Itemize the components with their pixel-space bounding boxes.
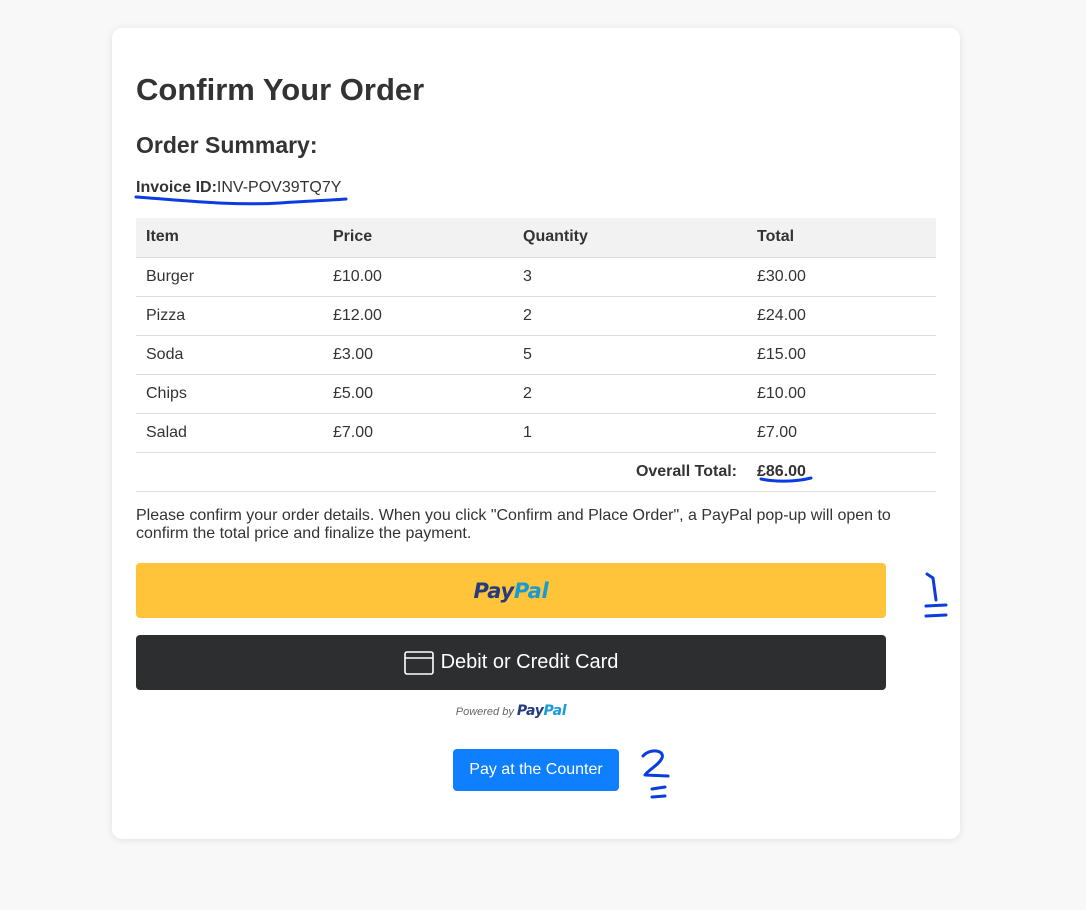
cell-quantity: 5 [513, 335, 747, 375]
paypal-small-logo: PayPal [516, 703, 567, 719]
order-summary-heading: Order Summary: [136, 132, 318, 158]
invoice-id-label: Invoice ID: [136, 179, 217, 196]
debit-credit-card-button[interactable]: Debit or Credit Card [136, 635, 886, 690]
cell-quantity: 2 [513, 374, 747, 414]
cell-total: £15.00 [747, 335, 936, 375]
order-card: Confirm Your Order Order Summary: Invoic… [112, 28, 960, 839]
table-row: Pizza £12.00 2 £24.00 [136, 296, 936, 336]
cell-total: £30.00 [747, 257, 936, 297]
credit-card-icon [403, 650, 434, 675]
cell-item: Chips [136, 374, 323, 414]
cell-total: £24.00 [747, 296, 936, 336]
cell-price: £10.00 [323, 257, 513, 297]
cell-quantity: 1 [513, 413, 747, 453]
table-row: Soda £3.00 5 £15.00 [136, 335, 936, 375]
cell-item: Soda [136, 335, 323, 375]
paypal-logo-pal: Pal [513, 578, 549, 603]
paypal-small-logo-pal: Pal [543, 703, 567, 719]
paypal-logo-pay: Pay [473, 578, 515, 603]
debit-credit-card-label: Debit or Credit Card [440, 651, 619, 673]
table-row: Chips £5.00 2 £10.00 [136, 374, 936, 414]
column-header-quantity: Quantity [513, 218, 747, 258]
powered-by-paypal: Powered by PayPal [136, 703, 886, 719]
overall-total-row: Overall Total: £86.00 [136, 452, 936, 492]
cell-quantity: 2 [513, 296, 747, 336]
order-table: Item Price Quantity Total Burger £10.00 … [136, 218, 936, 492]
column-header-item: Item [136, 218, 323, 258]
overall-total-value: £86.00 [747, 452, 936, 492]
paypal-small-logo-pay: Pay [516, 703, 544, 719]
column-header-price: Price [323, 218, 513, 258]
table-row: Salad £7.00 1 £7.00 [136, 413, 936, 453]
page-title: Confirm Your Order [136, 72, 425, 107]
powered-by-label: Powered by [455, 706, 514, 718]
cell-quantity: 3 [513, 257, 747, 297]
cell-item: Salad [136, 413, 323, 453]
paypal-button[interactable]: PayPal [136, 563, 886, 618]
cell-item: Burger [136, 257, 323, 297]
paypal-logo: PayPal [474, 579, 549, 603]
table-row: Burger £10.00 3 £30.00 [136, 257, 936, 297]
column-header-total: Total [747, 218, 936, 258]
overall-total-label: Overall Total: [136, 452, 747, 492]
cell-price: £5.00 [323, 374, 513, 414]
table-header-row: Item Price Quantity Total [136, 218, 936, 258]
pay-at-counter-button[interactable]: Pay at the Counter [453, 749, 619, 791]
cell-total: £7.00 [747, 413, 936, 453]
cell-price: £12.00 [323, 296, 513, 336]
cell-item: Pizza [136, 296, 323, 336]
invoice-id: Invoice ID:INV-POV39TQ7Y [136, 179, 341, 197]
cell-total: £10.00 [747, 374, 936, 414]
confirmation-note: Please confirm your order details. When … [136, 507, 891, 542]
cell-price: £7.00 [323, 413, 513, 453]
invoice-id-value: INV-POV39TQ7Y [216, 179, 342, 196]
cell-price: £3.00 [323, 335, 513, 375]
